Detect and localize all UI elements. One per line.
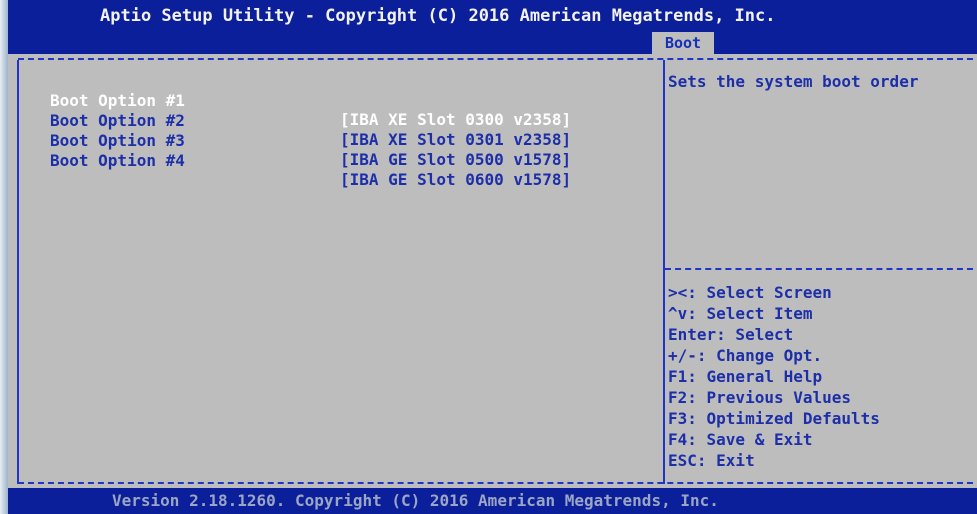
key-hint-select-screen: ><: Select Screen: [668, 283, 832, 302]
boot-option-label: Boot Option #4: [50, 151, 185, 170]
frame-bottom-divider: [18, 482, 973, 484]
boot-option-value[interactable]: [IBA GE Slot 0500 v1578]: [340, 150, 571, 169]
boot-option-3[interactable]: Boot Option #3 [IBA GE Slot 0500 v1578]: [50, 112, 650, 169]
key-hint-select-item: ^v: Select Item: [668, 304, 813, 323]
boot-option-value[interactable]: [IBA GE Slot 0600 v1578]: [340, 170, 571, 189]
help-description: Sets the system boot order: [668, 72, 919, 91]
bios-screen: Aptio Setup Utility - Copyright (C) 2016…: [8, 0, 977, 514]
key-hint-f1: F1: General Help: [668, 367, 823, 386]
version-text: Version 2.18.1260. Copyright (C) 2016 Am…: [112, 491, 719, 510]
window-edge: [0, 0, 8, 514]
panel-divider: [663, 60, 665, 484]
key-hint-esc: ESC: Exit: [668, 451, 755, 470]
key-legend: ><: Select Screen ^v: Select Item Enter:…: [668, 282, 880, 471]
key-hint-f4: F4: Save & Exit: [668, 430, 813, 449]
key-hint-change-opt: +/-: Change Opt.: [668, 346, 823, 365]
boot-option-2[interactable]: Boot Option #2 [IBA XE Slot 0301 v2358]: [50, 92, 650, 149]
key-hint-f2: F2: Previous Values: [668, 388, 852, 407]
tab-boot[interactable]: Boot: [652, 32, 714, 54]
frame-top-divider: [18, 58, 973, 60]
frame-left-border: [17, 60, 19, 484]
boot-option-4[interactable]: Boot Option #4 [IBA GE Slot 0600 v1578]: [50, 132, 650, 189]
app-title: Aptio Setup Utility - Copyright (C) 2016…: [100, 6, 776, 26]
key-hint-f3: F3: Optimized Defaults: [668, 409, 880, 428]
boot-option-1[interactable]: Boot Option #1 [IBA XE Slot 0300 v2358]: [50, 72, 650, 129]
key-hint-enter: Enter: Select: [668, 325, 794, 344]
help-keys-divider: [665, 268, 973, 270]
footer-bar: Version 2.18.1260. Copyright (C) 2016 Am…: [8, 488, 977, 514]
title-bar: Aptio Setup Utility - Copyright (C) 2016…: [8, 0, 977, 54]
